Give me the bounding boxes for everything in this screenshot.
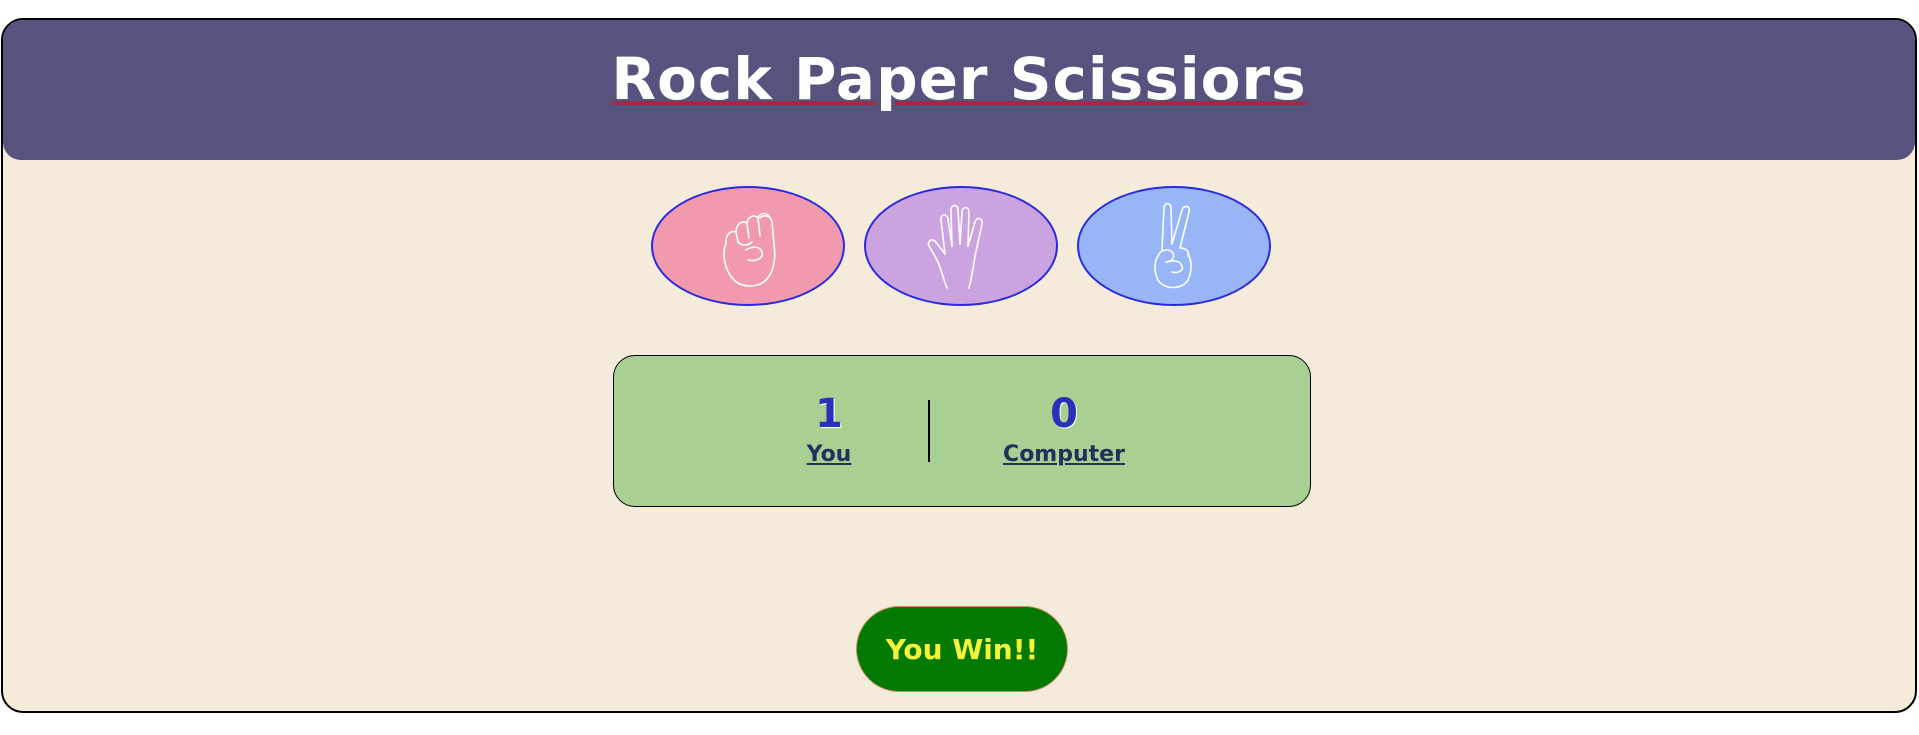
- user-score-block: 1 You: [784, 392, 874, 468]
- result-message: You Win!!: [856, 606, 1068, 692]
- header: Rock Paper Scissiors: [3, 20, 1915, 160]
- computer-score-block: 0 Computer: [994, 392, 1134, 468]
- rock-choice-button[interactable]: [651, 186, 845, 306]
- user-score-label: You: [806, 442, 852, 467]
- computer-score: 0: [1050, 391, 1078, 437]
- game-container: Rock Paper Scissiors 1 You 0 Computer Yo…: [1, 18, 1917, 713]
- choices-row: [3, 186, 1915, 308]
- user-score: 1: [815, 391, 843, 437]
- paper-choice-button[interactable]: [864, 186, 1058, 306]
- scoreboard: 1 You 0 Computer: [613, 355, 1311, 507]
- rock-fist-icon: [723, 212, 776, 287]
- score-divider: [928, 400, 930, 462]
- page-title: Rock Paper Scissiors: [611, 45, 1307, 113]
- scissors-hand-icon: [1154, 202, 1192, 289]
- scissors-choice-button[interactable]: [1077, 186, 1271, 306]
- computer-score-label: Computer: [1003, 442, 1125, 467]
- paper-hand-icon: [927, 204, 983, 289]
